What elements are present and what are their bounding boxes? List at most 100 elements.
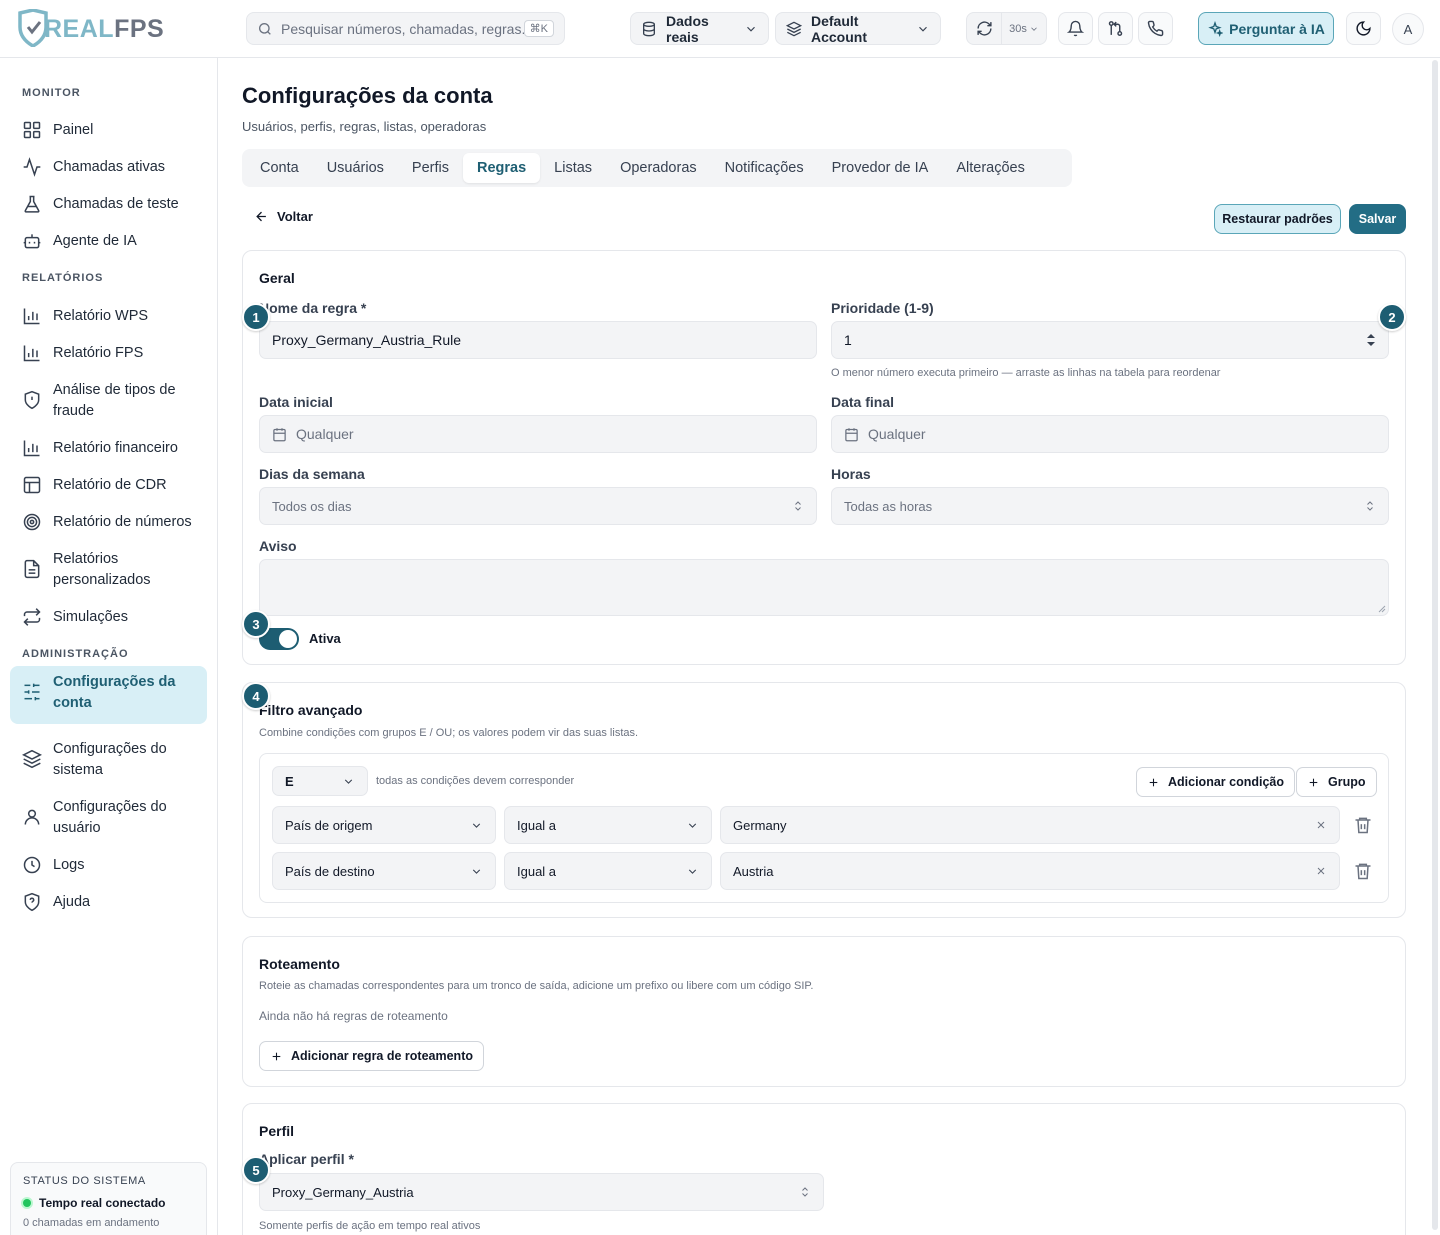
sidebar-item-configuracoes-usuario[interactable]: Configurações do usuário: [10, 791, 207, 845]
file-icon: [24, 559, 40, 579]
tab-operadoras[interactable]: Operadoras: [606, 153, 711, 183]
add-group-button[interactable]: Grupo: [1296, 767, 1377, 797]
database-icon: [643, 21, 655, 36]
sidebar-item-chamadas-de-teste[interactable]: Chamadas de teste: [10, 188, 207, 221]
tab-perfis[interactable]: Perfis: [398, 153, 463, 183]
sidebar-item-logs[interactable]: Logs: [10, 849, 207, 882]
weekdays-select[interactable]: Todos os dias: [259, 487, 817, 525]
back-button[interactable]: Voltar: [254, 209, 313, 224]
ask-ai-label: Perguntar à IA: [1229, 20, 1325, 37]
start-date-label: Data inicial: [259, 394, 333, 410]
condition-value-input[interactable]: Germany: [720, 806, 1340, 844]
condition-operator-select[interactable]: Igual a: [504, 806, 712, 844]
notifications-button[interactable]: [1058, 12, 1093, 45]
condition-field-select[interactable]: País de origem: [272, 806, 496, 844]
chevrons-up-down-icon: [1367, 501, 1373, 511]
end-date-input[interactable]: Qualquer: [831, 415, 1389, 453]
tab-notificacoes[interactable]: Notificações: [711, 153, 818, 183]
bot-icon: [23, 234, 41, 249]
tab-listas[interactable]: Listas: [540, 153, 606, 183]
plus-icon: [272, 1052, 281, 1060]
add-condition-button[interactable]: Adicionar condição: [1136, 767, 1295, 797]
resize-handle-icon[interactable]: [1378, 605, 1386, 613]
sidebar-item-relatorio-financeiro[interactable]: Relatório financeiro: [10, 432, 207, 465]
close-icon[interactable]: [1315, 819, 1327, 831]
trash-icon[interactable]: [1353, 815, 1373, 835]
search-icon: [259, 22, 271, 35]
sidebar-item-label: Relatório de números: [53, 514, 192, 530]
sliders-icon: [24, 683, 40, 701]
main-content: Configurações da conta Usuários, perfis,…: [218, 58, 1440, 1235]
sidebar-item-label: Relatório de CDR: [53, 477, 167, 493]
app-logo[interactable]: REALFPS: [16, 9, 164, 47]
add-condition-label: Adicionar condição: [1168, 775, 1284, 789]
refresh-interval-label: 30s: [1009, 22, 1027, 35]
active-label: Ativa: [309, 631, 341, 646]
avatar[interactable]: A: [1392, 13, 1424, 45]
sidebar-item-ajuda[interactable]: Ajuda: [10, 886, 207, 919]
theme-toggle-button[interactable]: [1346, 12, 1381, 45]
sidebar-item-painel[interactable]: Painel: [10, 114, 207, 147]
sidebar-item-label: Configurações do usuário: [53, 799, 167, 836]
page-scrollbar[interactable]: [1432, 60, 1438, 1230]
table-icon: [23, 476, 41, 494]
page-subtitle: Usuários, perfis, regras, listas, operad…: [242, 119, 487, 134]
sidebar-item-simulacoes[interactable]: Simulações: [10, 601, 207, 634]
warning-textarea[interactable]: [259, 559, 1389, 616]
condition-operator-select[interactable]: Igual a: [504, 852, 712, 890]
refresh-interval-select[interactable]: 30s: [1002, 23, 1046, 35]
add-routing-rule-button[interactable]: Adicionar regra de roteamento: [259, 1041, 484, 1071]
tab-regras[interactable]: Regras: [463, 153, 541, 183]
routing-description: Roteie as chamadas correspondentes para …: [259, 980, 814, 992]
close-icon[interactable]: [1315, 865, 1327, 877]
sidebar-item-relatorio-cdr[interactable]: Relatório de CDR: [10, 469, 207, 502]
start-date-input[interactable]: Qualquer: [259, 415, 817, 453]
hours-select[interactable]: Todas as horas: [831, 487, 1389, 525]
tab-provedor-ia[interactable]: Provedor de IA: [818, 153, 943, 183]
save-button[interactable]: Salvar: [1349, 204, 1406, 234]
restore-defaults-button[interactable]: Restaurar padrões: [1214, 204, 1341, 234]
sidebar-item-configuracoes-conta[interactable]: Configurações da conta: [10, 666, 207, 724]
chevrons-up-down-icon: [795, 501, 801, 511]
ask-ai-button[interactable]: Perguntar à IA: [1198, 12, 1334, 45]
sidebar-section-monitor: MONITOR: [22, 87, 81, 99]
group-operator-hint: todas as condições devem corresponder: [376, 775, 575, 787]
tab-usuarios[interactable]: Usuários: [313, 153, 398, 183]
trash-icon[interactable]: [1353, 861, 1373, 881]
priority-input[interactable]: 1: [831, 321, 1389, 359]
help-shield-icon: [24, 892, 40, 912]
tab-alteracoes[interactable]: Alterações: [942, 153, 1039, 183]
sidebar-item-analise-fraude[interactable]: Análise de tipos de fraude: [10, 374, 207, 428]
sidebar-item-relatorio-fps[interactable]: Relatório FPS: [10, 337, 207, 370]
rule-name-input[interactable]: Proxy_Germany_Austria_Rule: [259, 321, 817, 359]
phone-button[interactable]: [1138, 12, 1173, 45]
hours-label: Horas: [831, 466, 871, 482]
routing-card: Roteamento Roteie as chamadas correspond…: [242, 936, 1406, 1087]
general-title: Geral: [259, 270, 295, 286]
sidebar-item-label: Logs: [53, 857, 85, 873]
condition-field-select[interactable]: País de destino: [272, 852, 496, 890]
group-operator-select[interactable]: E: [272, 766, 368, 796]
search-input[interactable]: Pesquisar números, chamadas, regras... ⌘…: [246, 12, 565, 45]
condition-value-input[interactable]: Austria: [720, 852, 1340, 890]
sidebar-item-agente-de-ia[interactable]: Agente de IA: [10, 225, 207, 258]
refresh-button[interactable]: [967, 13, 1002, 44]
apply-profile-select[interactable]: Proxy_Germany_Austria: [259, 1173, 824, 1211]
realtime-status-label: Tempo real conectado: [39, 1196, 166, 1210]
stepper-icon[interactable]: [1366, 333, 1376, 347]
account-select[interactable]: Default Account: [775, 12, 941, 45]
git-compare-button[interactable]: [1098, 12, 1133, 45]
tab-conta[interactable]: Conta: [246, 153, 313, 183]
data-source-select[interactable]: Dados reais: [630, 12, 769, 45]
chevron-down-icon: [688, 868, 697, 874]
sidebar-item-chamadas-ativas[interactable]: Chamadas ativas: [10, 151, 207, 184]
sidebar-item-relatorio-numeros[interactable]: Relatório de números: [10, 506, 207, 539]
settings-tabs: Conta Usuários Perfis Regras Listas Oper…: [242, 149, 1072, 187]
routing-title: Roteamento: [259, 956, 340, 972]
sidebar-item-relatorio-wps[interactable]: Relatório WPS: [10, 300, 207, 333]
realtime-status: Tempo real conectado: [23, 1196, 194, 1210]
sidebar-item-configuracoes-sistema[interactable]: Configurações do sistema: [10, 733, 207, 787]
sidebar-item-relatorios-personalizados[interactable]: Relatórios personalizados: [10, 543, 207, 597]
layers-icon: [22, 749, 42, 769]
weekdays-value: Todos os dias: [272, 498, 352, 514]
